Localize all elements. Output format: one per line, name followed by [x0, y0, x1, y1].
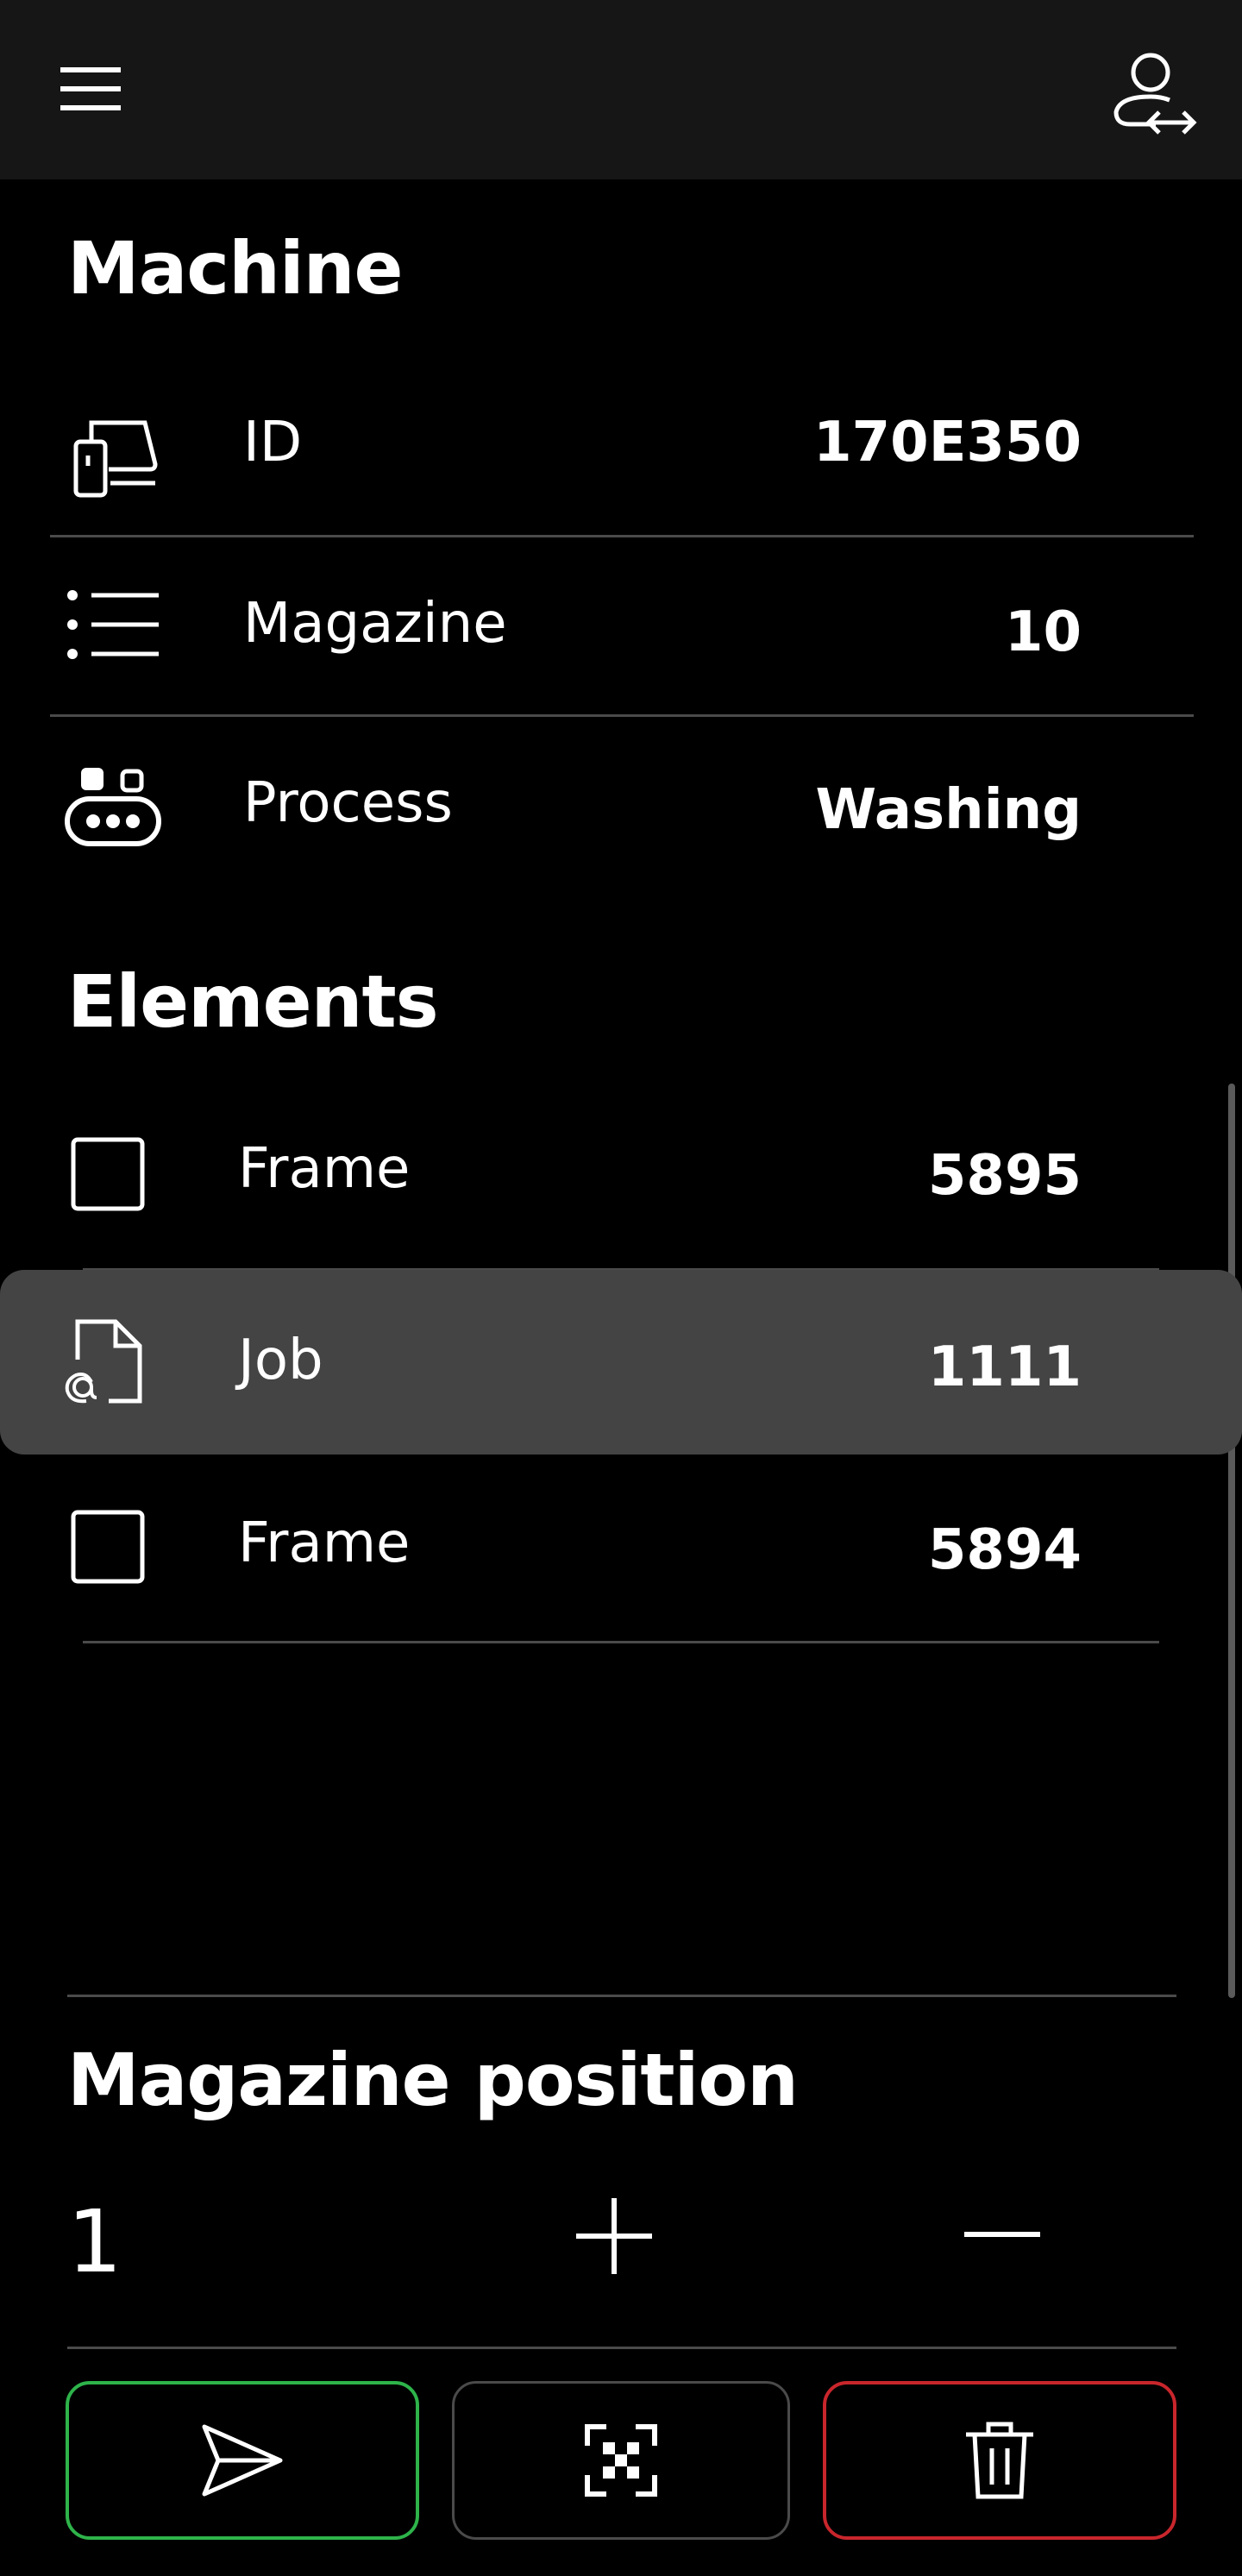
delete-button[interactable]: [823, 2381, 1176, 2540]
divider: [67, 1995, 1176, 1997]
job-file-icon: [65, 1319, 142, 1404]
machine-row-process: Process Washing: [0, 751, 1242, 889]
element-type-label: Frame: [238, 1137, 411, 1201]
machine-row-id: ID 170E350: [0, 397, 1242, 535]
machine-id-label: ID: [243, 411, 303, 474]
increment-button[interactable]: [569, 2191, 659, 2281]
divider: [83, 1641, 1159, 1643]
element-type-label: Job: [238, 1329, 323, 1392]
element-id-value: 1111: [927, 1335, 1082, 1399]
conveyor-process-icon: [65, 768, 161, 846]
magazine-position-title: Magazine position: [67, 2038, 799, 2122]
decrement-button[interactable]: [957, 2208, 1047, 2260]
machine-device-icon: [73, 420, 158, 498]
machine-id-value: 170E350: [813, 411, 1082, 474]
menu-button[interactable]: [52, 52, 129, 129]
divider: [67, 2347, 1176, 2349]
frame-square-icon: [71, 1510, 145, 1584]
plus-icon: [576, 2198, 652, 2274]
scan-qr-icon: [585, 2424, 657, 2497]
user-switch-icon: [1113, 53, 1197, 135]
list-item-selected[interactable]: Job 1111: [0, 1270, 1242, 1454]
trash-icon: [966, 2422, 1033, 2499]
minus-icon: [964, 2232, 1040, 2237]
frame-square-icon: [71, 1137, 145, 1211]
magazine-value: 10: [1004, 600, 1082, 664]
send-icon: [202, 2424, 283, 2497]
magazine-position-value: 1: [67, 2191, 122, 2292]
send-button[interactable]: [66, 2381, 419, 2540]
top-app-bar: [0, 0, 1242, 179]
list-item[interactable]: Frame 5895: [0, 1113, 1242, 1251]
element-id-value: 5894: [927, 1518, 1082, 1582]
machine-section-title: Machine: [67, 226, 403, 311]
machine-row-magazine: Magazine 10: [0, 569, 1242, 707]
process-label: Process: [243, 771, 453, 835]
magazine-label: Magazine: [243, 592, 507, 656]
process-value: Washing: [815, 778, 1082, 842]
elements-section-title: Elements: [67, 959, 439, 1044]
list-item[interactable]: Frame 5894: [0, 1484, 1242, 1622]
hamburger-menu-icon: [60, 67, 121, 110]
scan-button[interactable]: [452, 2381, 790, 2540]
divider: [50, 535, 1194, 537]
switch-user-button[interactable]: [1104, 40, 1199, 143]
list-icon: [67, 590, 159, 659]
element-id-value: 5895: [927, 1144, 1082, 1208]
divider: [50, 714, 1194, 717]
element-type-label: Frame: [238, 1511, 411, 1575]
